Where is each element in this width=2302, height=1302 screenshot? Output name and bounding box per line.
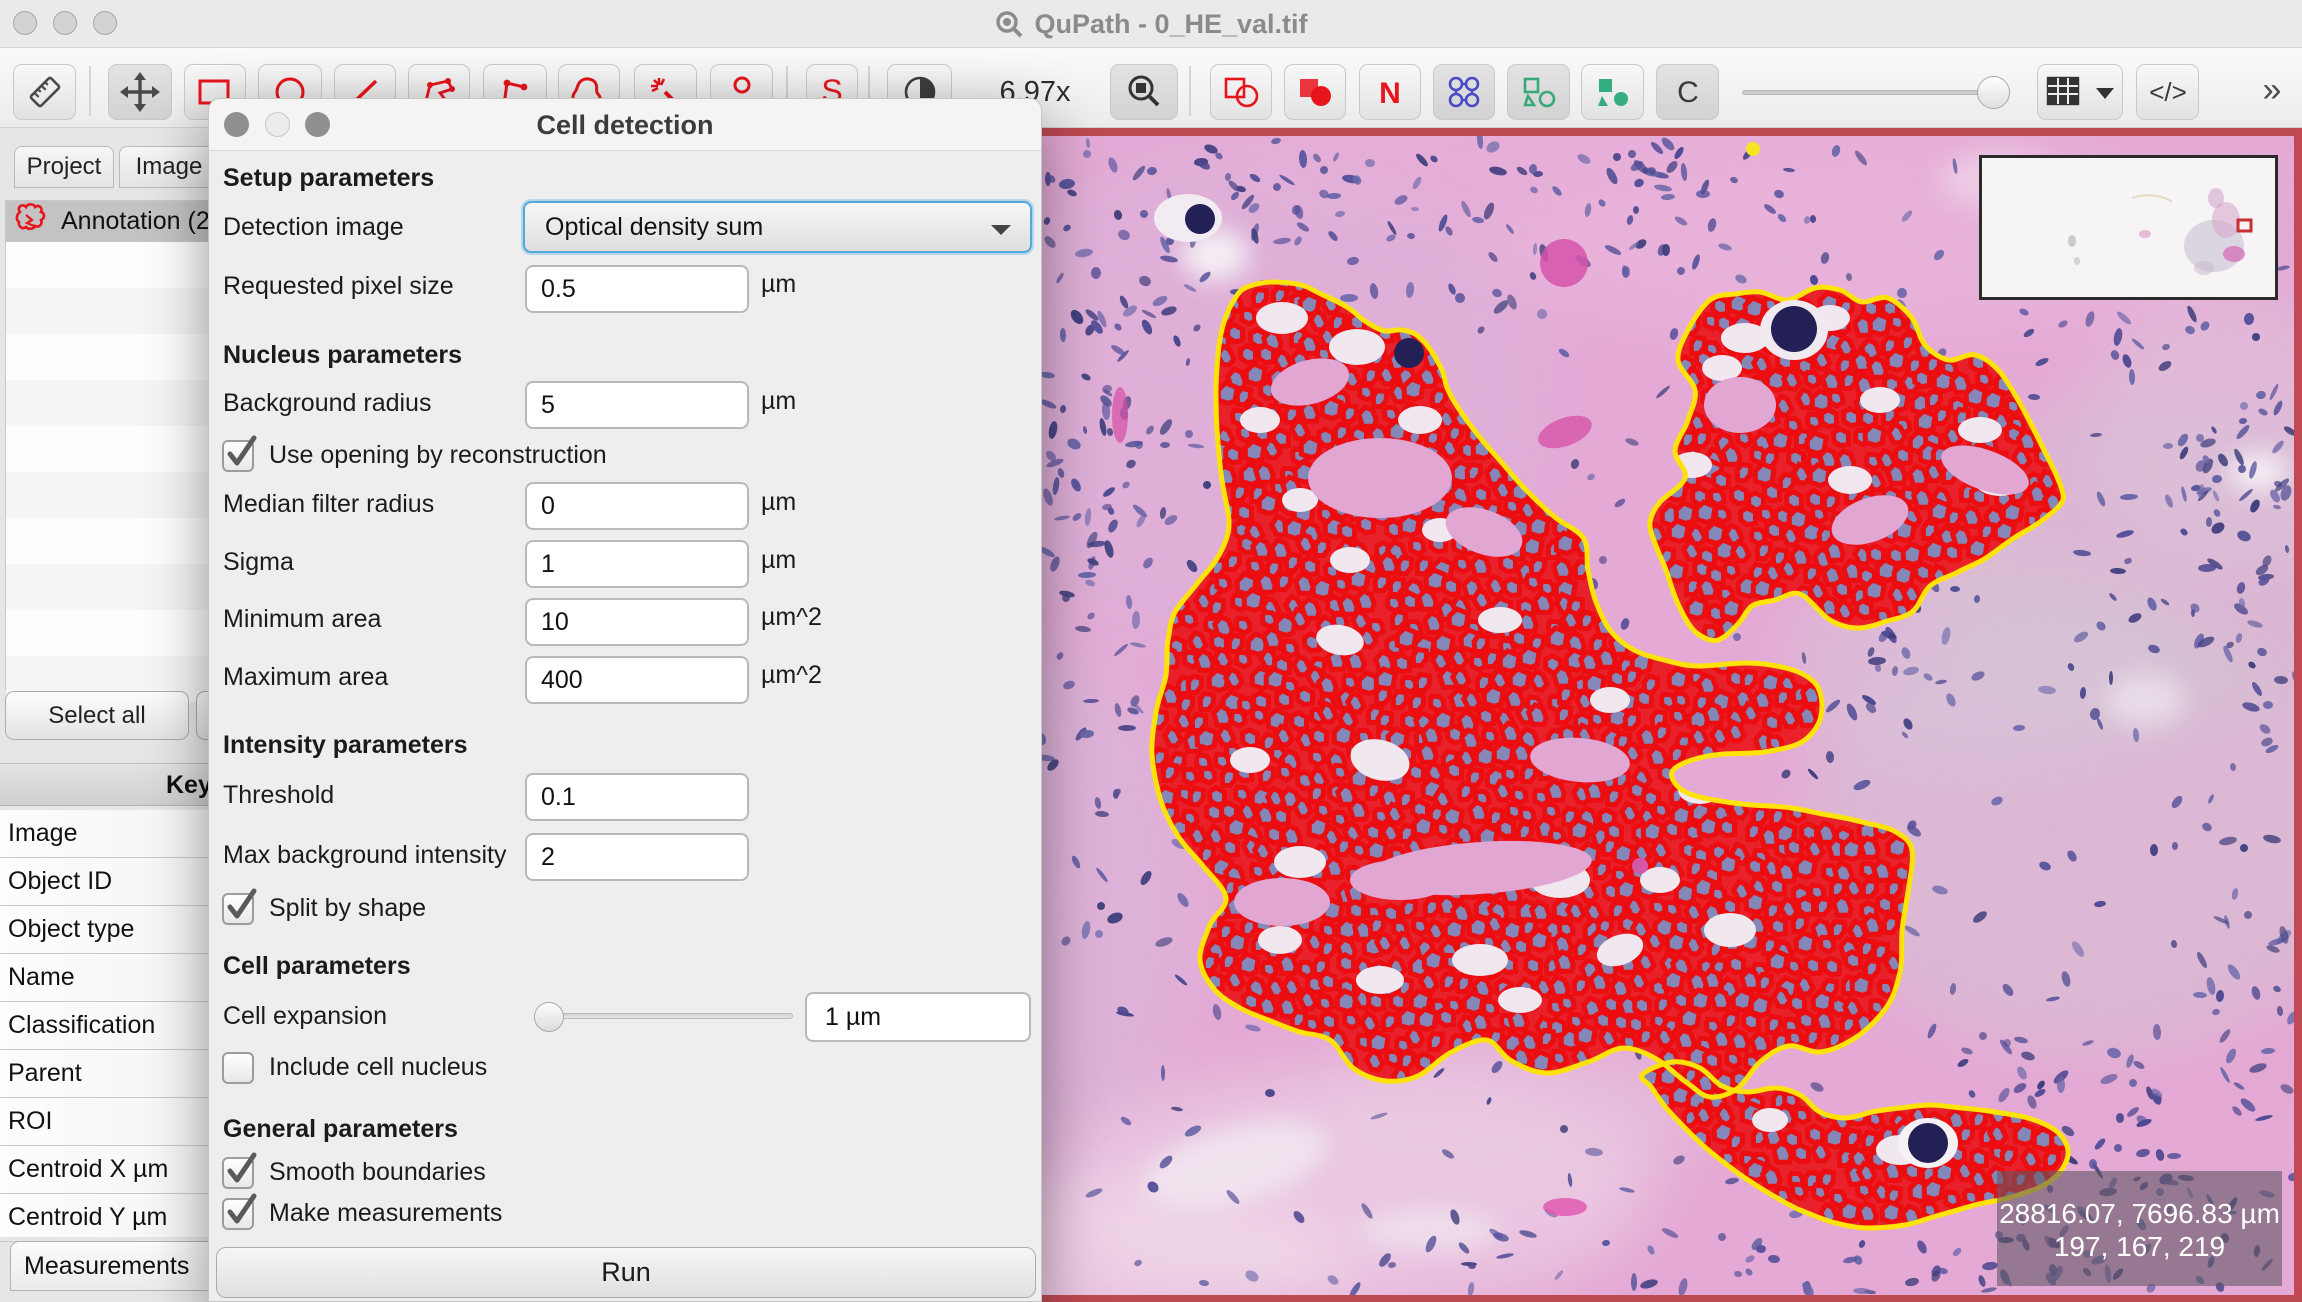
svg-text:</>: </> <box>2149 77 2187 107</box>
svg-text:C: C <box>1677 76 1699 109</box>
svg-text:N: N <box>1379 77 1401 110</box>
